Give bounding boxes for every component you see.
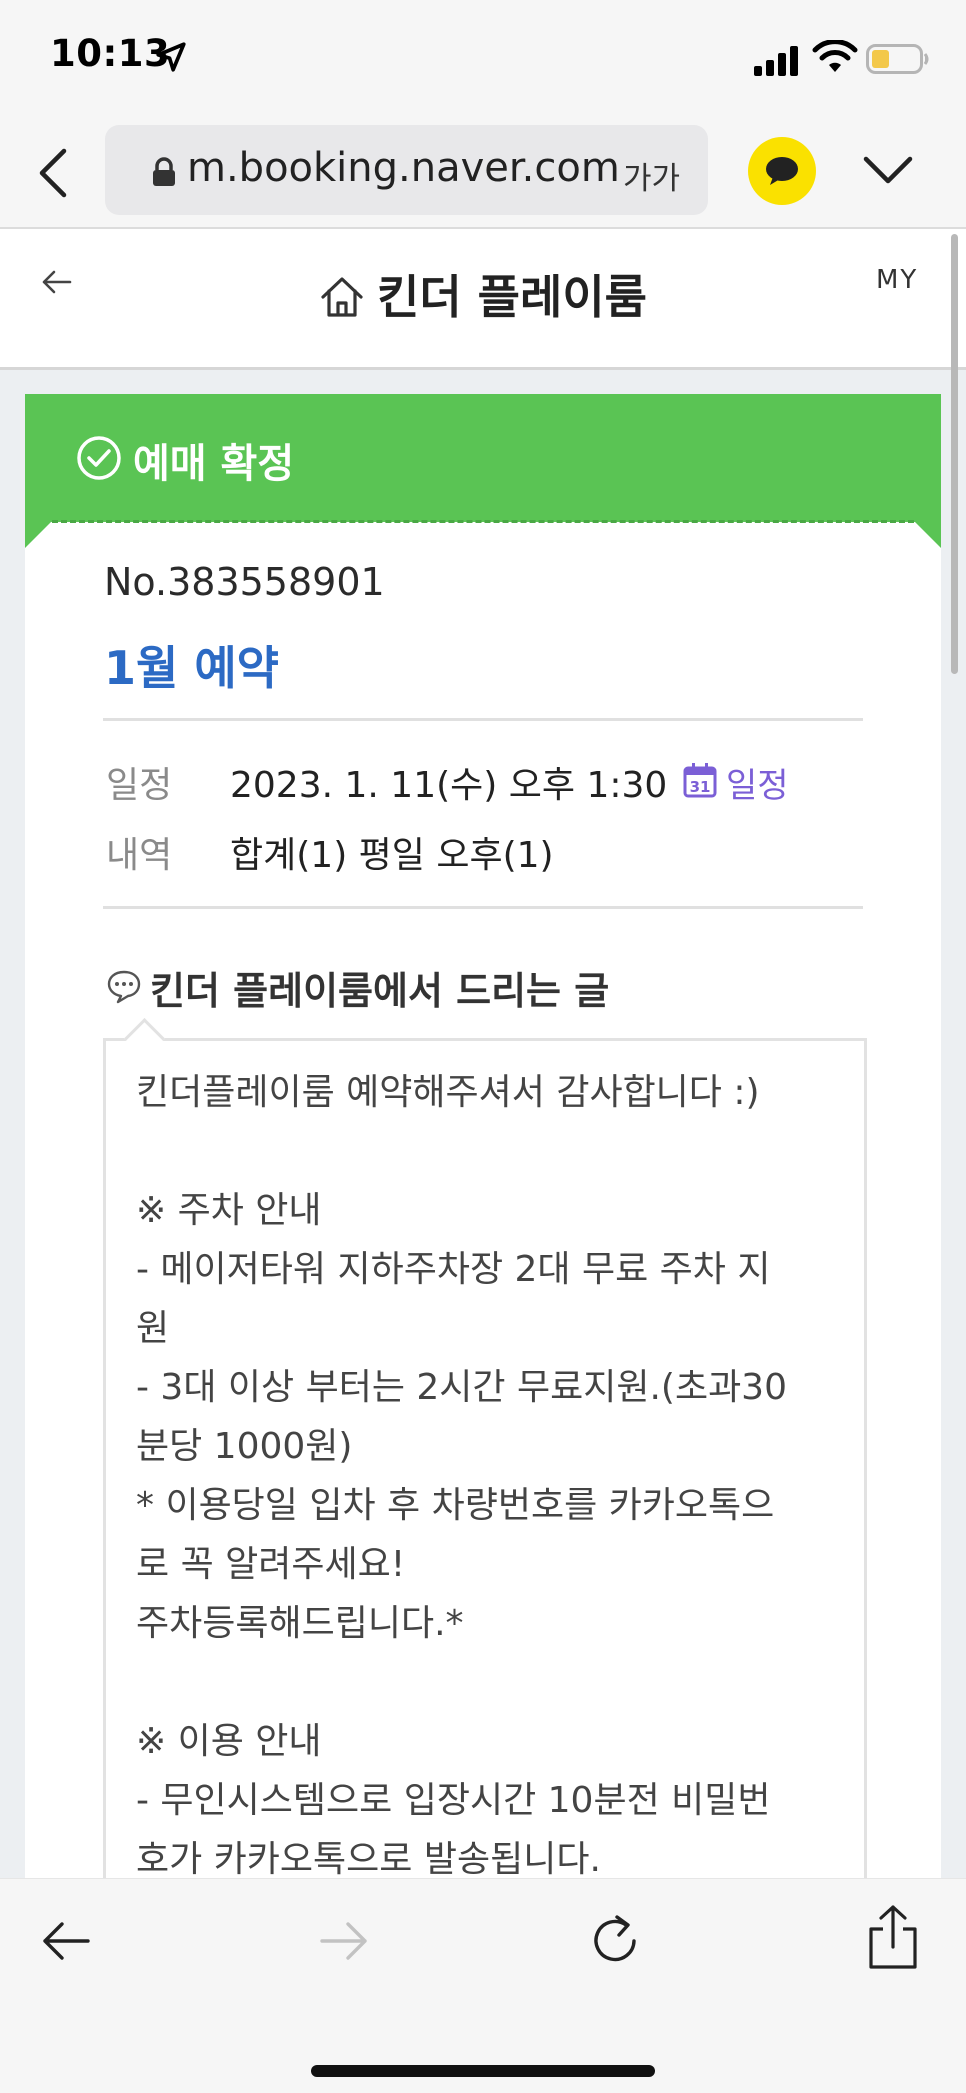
- main-content: 예매 확정 No.383558901 1월 예약 일정 2023. 1. 11(…: [0, 370, 966, 1941]
- message-body: 킨더플레이룸 예약해주셔서 감사합니다 :) ※ 주차 안내 - 메이저타워 지…: [136, 1072, 787, 1880]
- message-box: 킨더플레이룸 예약해주셔서 감사합니다 :) ※ 주차 안내 - 메이저타워 지…: [103, 1038, 867, 1941]
- booking-name: 1월 예약: [104, 641, 279, 695]
- divider: [103, 906, 863, 909]
- status-banner: 예매 확정: [25, 394, 941, 522]
- text-size-button[interactable]: 가가: [623, 153, 680, 198]
- reload-icon[interactable]: [588, 1911, 644, 1969]
- schedule-label: 일정: [106, 765, 173, 806]
- signal-icon: [754, 46, 798, 76]
- chevron-down-icon[interactable]: [862, 153, 914, 187]
- status-bar: 10:13: [0, 0, 966, 115]
- wifi-icon: [812, 40, 858, 72]
- battery-icon: [866, 44, 929, 74]
- detail-label: 내역: [106, 835, 173, 876]
- page-title: 킨더 플레이룸: [377, 270, 647, 324]
- booking-status: 예매 확정: [133, 441, 295, 487]
- schedule-value: 2023. 1. 11(수) 오후 1:30: [230, 765, 668, 806]
- kakao-button[interactable]: [748, 137, 816, 205]
- kakao-chat-icon: [766, 157, 798, 185]
- browser-address-bar: m.booking.naver.com 가가: [0, 115, 966, 229]
- my-link[interactable]: MY: [876, 265, 918, 295]
- divider: [103, 718, 863, 721]
- message-heading: 킨더 플레이룸에서 드리는 글: [150, 969, 610, 1013]
- arrow-left-icon[interactable]: [40, 1917, 92, 1965]
- page-header: 킨더 플레이룸 MY: [0, 229, 966, 370]
- scrollbar[interactable]: [951, 234, 958, 674]
- banner-notch-right: [915, 522, 941, 548]
- location-arrow-icon: [156, 42, 186, 72]
- calendar-icon[interactable]: 31: [683, 762, 717, 798]
- detail-value: 합계(1) 평일 오후(1): [230, 835, 554, 876]
- status-time: 10:13: [50, 32, 171, 75]
- banner-notch-left: [25, 522, 51, 548]
- add-to-calendar-link[interactable]: 일정: [726, 758, 789, 807]
- speech-bubble-icon: [107, 970, 141, 1004]
- share-icon[interactable]: [866, 1903, 920, 1971]
- booking-number: No.383558901: [104, 560, 385, 604]
- check-circle-icon: [77, 436, 121, 480]
- home-icon: [321, 277, 363, 317]
- home-indicator: [311, 2065, 655, 2077]
- banner-perforation: [52, 520, 914, 523]
- calendar-day: 31: [690, 778, 711, 796]
- url-field[interactable]: m.booking.naver.com 가가: [105, 125, 708, 215]
- lock-icon: [153, 157, 175, 186]
- browser-toolbar: [0, 1878, 966, 2093]
- title-wrap: 킨더 플레이룸: [0, 261, 966, 327]
- url-text: m.booking.naver.com: [187, 145, 620, 191]
- chevron-left-icon[interactable]: [34, 145, 74, 201]
- arrow-right-icon: [320, 1922, 367, 1960]
